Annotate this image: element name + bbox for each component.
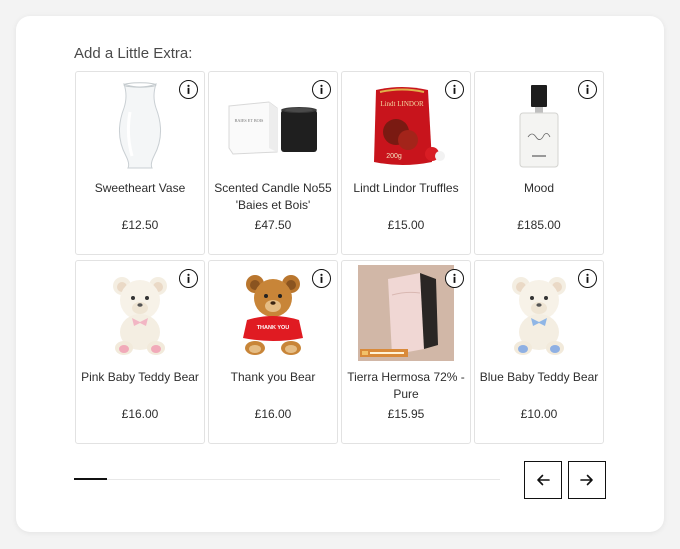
product-image (90, 80, 190, 172)
product-image (489, 80, 589, 172)
product-name: Mood (523, 181, 555, 195)
info-icon[interactable] (179, 269, 198, 288)
product-price: £47.50 (254, 218, 292, 232)
product-card[interactable]: THANK YOU Thank you Bear £16.00 (208, 260, 338, 444)
product-image (358, 265, 454, 361)
product-name: Sweetheart Vase (94, 181, 186, 195)
section-heading: Add a Little Extra: (74, 45, 193, 62)
info-icon[interactable] (445, 269, 464, 288)
product-card[interactable]: Pink Baby Teddy Bear £16.00 (75, 260, 205, 444)
info-icon[interactable] (312, 269, 331, 288)
product-price: £12.50 (121, 218, 159, 232)
carousel-scroll-thumb[interactable] (74, 478, 107, 480)
carousel-next-button[interactable] (568, 461, 606, 499)
product-card[interactable]: Lindt LINDOR 200g Lindt Lindor Truffles … (341, 71, 471, 255)
carousel-scroll-track[interactable] (74, 479, 500, 480)
arrow-left-icon (537, 474, 550, 486)
product-name: Thank you Bear (230, 370, 316, 384)
add-extras-panel: Add a Little Extra: Sweetheart Vase £12.… (16, 16, 664, 532)
product-price: £185.00 (517, 218, 561, 232)
product-image (90, 269, 190, 361)
carousel-prev-button[interactable] (524, 461, 562, 499)
svg-text:200g: 200g (386, 153, 402, 160)
product-price: £16.00 (121, 407, 159, 421)
candle-box-label: BAIES ET BOIS (235, 118, 264, 123)
product-price: £16.00 (254, 407, 292, 421)
info-icon[interactable] (179, 80, 198, 99)
info-icon[interactable] (312, 80, 331, 99)
product-price: £15.95 (387, 407, 425, 421)
product-price: £15.00 (387, 218, 425, 232)
product-name: Pink Baby Teddy Bear (81, 370, 199, 384)
lindt-box-label: Lindt LINDOR (380, 100, 424, 108)
bear-shirt-label: THANK YOU (257, 325, 290, 331)
product-grid: Sweetheart Vase £12.50 BAIES ET BOIS Sce… (75, 71, 605, 444)
product-name: Tierra Hermosa 72% - Pure (347, 370, 465, 401)
info-icon[interactable] (578, 80, 597, 99)
product-card[interactable]: Tierra Hermosa 72% - Pure £15.95 (341, 260, 471, 444)
product-card[interactable]: BAIES ET BOIS Scented Candle No55 'Baies… (208, 71, 338, 255)
product-name: Scented Candle No55 'Baies et Bois' (214, 181, 332, 212)
product-image: BAIES ET BOIS (223, 80, 323, 172)
product-image: THANK YOU (223, 269, 323, 361)
product-card[interactable]: Mood £185.00 (474, 71, 604, 255)
product-image (489, 269, 589, 361)
product-card[interactable]: Blue Baby Teddy Bear £10.00 (474, 260, 604, 444)
info-icon[interactable] (578, 269, 597, 288)
arrow-right-icon (580, 474, 593, 486)
product-name: Blue Baby Teddy Bear (479, 370, 599, 384)
product-image: Lindt LINDOR 200g (356, 80, 456, 172)
info-icon[interactable] (445, 80, 464, 99)
product-price: £10.00 (520, 407, 558, 421)
product-name: Lindt Lindor Truffles (353, 181, 459, 195)
product-card[interactable]: Sweetheart Vase £12.50 (75, 71, 205, 255)
